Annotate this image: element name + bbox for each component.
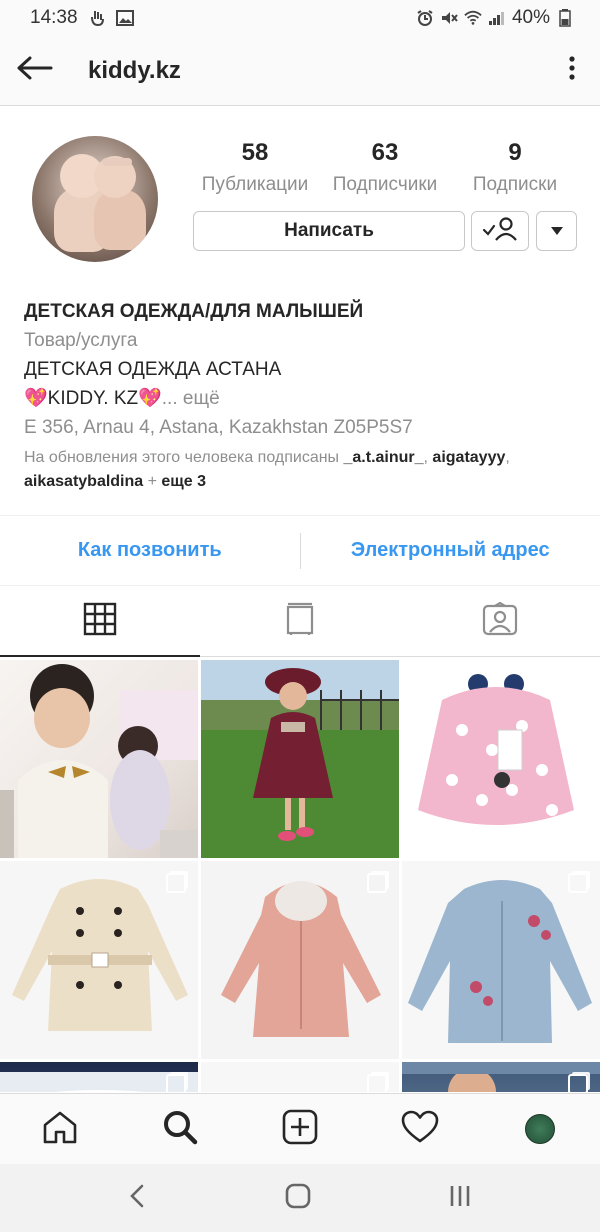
bio-brand-text: 💖KIDDY. KZ💖 <box>24 388 162 409</box>
nav-activity[interactable] <box>360 1094 480 1165</box>
stat-posts-label: Публикации <box>201 174 309 195</box>
stat-followers-label: Подписчики <box>332 174 438 195</box>
tab-igtv[interactable] <box>200 587 400 656</box>
alarm-icon <box>416 9 434 27</box>
top-app-bar: kiddy.kz <box>0 36 600 106</box>
system-back-icon[interactable] <box>128 1184 148 1213</box>
stat-posts[interactable]: 58 Публикации <box>190 138 320 208</box>
profile-full-name: ДЕТСКАЯ ОДЕЖДА/ДЛЯ МАЛЫШЕЙ <box>24 301 364 322</box>
post-thumbnail[interactable] <box>0 861 198 1059</box>
post-thumbnail[interactable] <box>402 1062 600 1092</box>
followed-by-text[interactable]: На обновления этого человека подписаны _… <box>24 446 584 494</box>
profile-category: Товар/услуга <box>24 330 138 351</box>
header-username: kiddy.kz <box>88 56 181 84</box>
following-check-icon <box>482 216 518 247</box>
status-time: 14:38 <box>30 7 78 28</box>
post-photo <box>201 660 399 858</box>
tab-grid[interactable] <box>0 587 200 657</box>
post-thumbnail[interactable] <box>201 660 399 858</box>
tab-tagged[interactable] <box>400 587 600 656</box>
system-recents-icon[interactable] <box>448 1184 472 1213</box>
post-thumbnail[interactable] <box>0 660 198 858</box>
stat-followers[interactable]: 63 Подписчики <box>320 138 450 208</box>
battery-icon <box>556 9 574 27</box>
tagged-icon <box>482 601 518 641</box>
carousel-icon <box>568 672 588 692</box>
profile-avatar-small <box>525 1114 555 1144</box>
battery-percent: 40% <box>511 7 550 28</box>
profile-tabs <box>0 587 600 657</box>
followed-by-user[interactable]: aigatayyy <box>432 449 505 466</box>
followed-by-prefix: На обновления этого человека подписаны <box>24 449 344 466</box>
carousel-icon <box>367 873 387 893</box>
back-button[interactable] <box>0 36 70 106</box>
bottom-navigation <box>0 1093 600 1164</box>
carousel-icon <box>166 873 186 893</box>
stat-followers-count: 63 <box>371 139 399 166</box>
avatar-photo-shape <box>94 190 146 250</box>
post-thumbnail[interactable] <box>0 1062 198 1092</box>
mute-icon <box>440 9 458 27</box>
bio-line-2: 💖KIDDY. KZ💖... ещё <box>24 384 584 413</box>
carousel-icon <box>568 1074 588 1092</box>
igtv-icon <box>285 602 315 641</box>
caret-down-icon <box>550 222 563 240</box>
image-icon <box>115 9 134 27</box>
system-navigation-bar <box>0 1164 600 1232</box>
stat-following[interactable]: 9 Подписки <box>450 138 580 208</box>
carousel-icon <box>568 873 588 893</box>
post-thumbnail[interactable] <box>201 861 399 1059</box>
profile-avatar[interactable] <box>32 136 158 262</box>
carousel-icon <box>166 1074 186 1092</box>
stat-following-count: 9 <box>508 139 522 166</box>
profile-stats: 58 Публикации 63 Подписчики 9 Подписки <box>190 138 580 208</box>
more-vertical-icon <box>569 56 575 85</box>
suggestions-dropdown-button[interactable] <box>536 211 577 251</box>
separator: , <box>505 449 510 466</box>
contact-bar: Как позвонить Электронный адрес <box>0 515 600 586</box>
nav-profile[interactable] <box>480 1094 600 1165</box>
post-thumbnail[interactable] <box>402 660 600 858</box>
nav-home[interactable] <box>0 1094 120 1165</box>
following-button[interactable] <box>471 211 529 251</box>
nav-new-post[interactable] <box>240 1094 360 1165</box>
posts-grid <box>0 660 600 1092</box>
followed-by-user[interactable]: aikasatybaldina <box>24 473 143 490</box>
email-button[interactable]: Электронный адрес <box>301 539 600 562</box>
separator: + <box>143 473 162 490</box>
search-icon <box>162 1109 198 1150</box>
message-button[interactable]: Написать <box>193 211 465 251</box>
profile-bio: ДЕТСКАЯ ОДЕЖДА/ДЛЯ МАЛЫШЕЙ Товар/услуга … <box>24 298 584 494</box>
stat-following-label: Подписки <box>472 174 558 195</box>
post-thumbnail[interactable] <box>402 861 600 1059</box>
wifi-icon <box>464 9 482 27</box>
stat-posts-count: 58 <box>241 139 269 166</box>
avatar-photo-shape <box>102 158 132 166</box>
back-arrow-icon <box>17 56 53 85</box>
system-home-icon[interactable] <box>285 1183 311 1214</box>
business-address[interactable]: E 356, Arnau 4, Astana, Kazakhstan Z05P5… <box>24 413 584 442</box>
signal-icon <box>488 9 506 27</box>
bio-more-link[interactable]: ... ещё <box>162 388 220 409</box>
add-post-icon <box>282 1109 318 1150</box>
post-photo <box>0 664 198 858</box>
options-menu-button[interactable] <box>544 36 600 106</box>
home-icon <box>42 1110 78 1149</box>
heart-icon <box>401 1110 439 1149</box>
followed-by-more[interactable]: еще 3 <box>161 473 206 490</box>
call-button[interactable]: Как позвонить <box>0 539 300 562</box>
followed-by-user[interactable]: _a.t.ainur_ <box>344 449 424 466</box>
status-bar: 14:38 40% <box>0 0 600 36</box>
carousel-icon <box>367 1074 387 1092</box>
nav-search[interactable] <box>120 1094 240 1165</box>
post-thumbnail[interactable] <box>201 1062 399 1092</box>
grid-icon <box>83 602 117 641</box>
bio-line-1: ДЕТСКАЯ ОДЕЖДА АСТАНА <box>24 359 282 380</box>
gesture-icon <box>88 9 106 27</box>
